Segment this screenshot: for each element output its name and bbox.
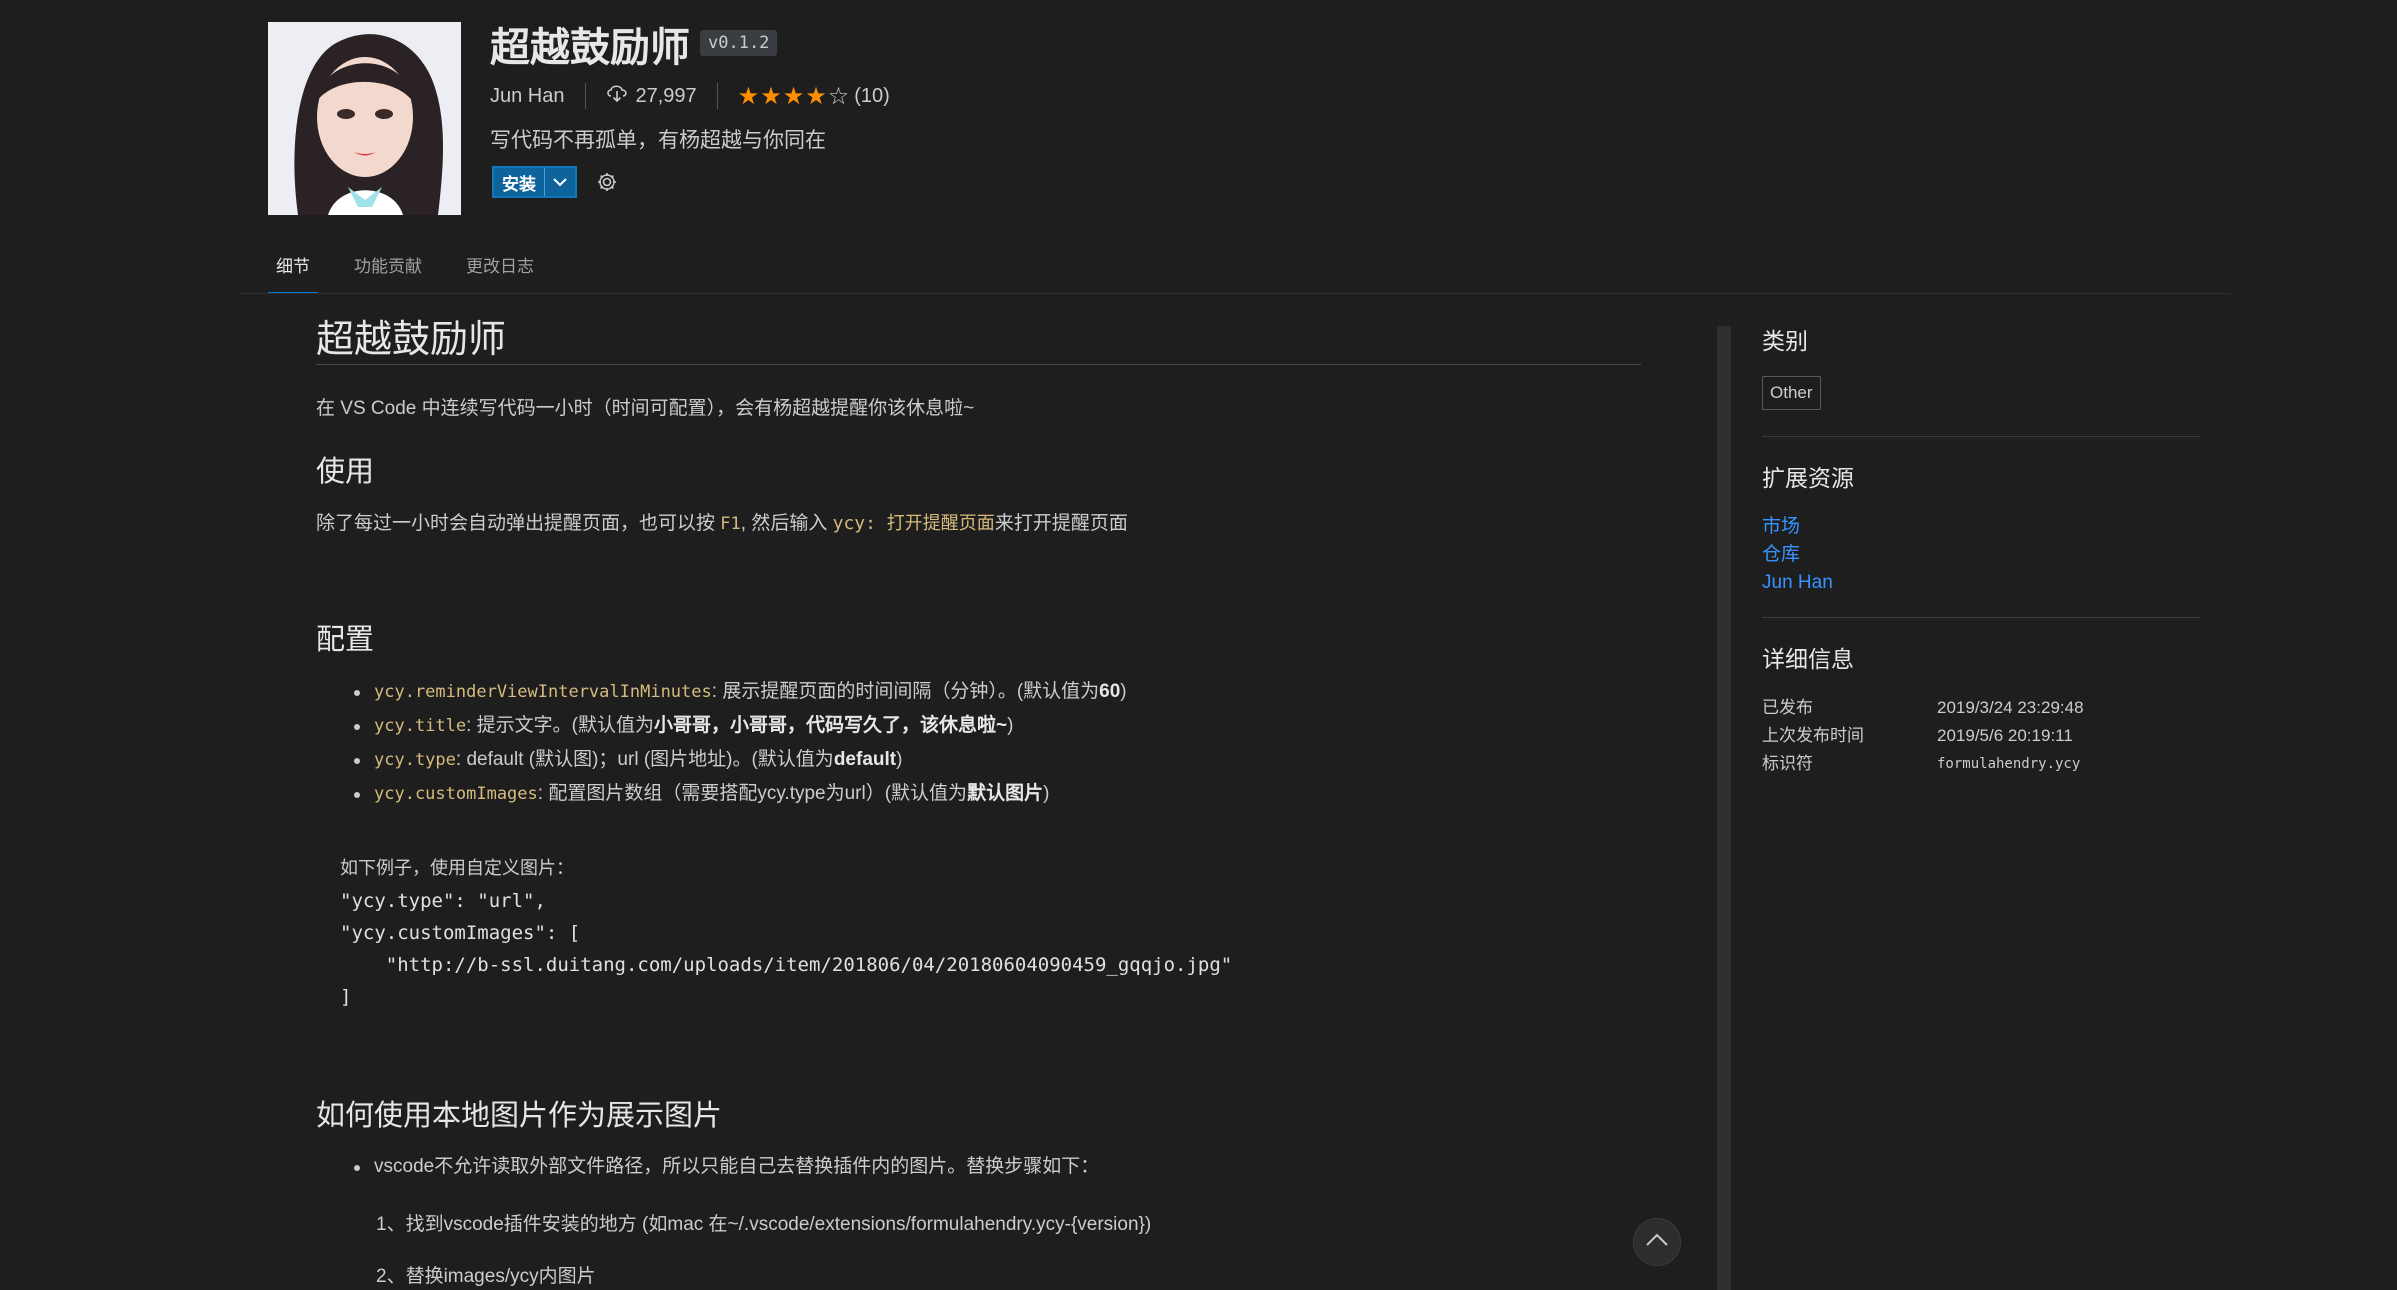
local-step-1: 1、找到vscode插件安装的地方 (如mac 在~/.vscode/exten… bbox=[376, 1214, 1152, 1235]
sidebar-divider bbox=[1762, 436, 2200, 437]
usage-heading: 使用 bbox=[316, 454, 375, 488]
rating-stars[interactable]: ★★★★☆ bbox=[738, 82, 851, 111]
config-default: 小哥哥，小哥哥，代码写久了，该休息啦~ bbox=[654, 715, 1008, 736]
scroll-to-top-button[interactable] bbox=[1633, 1218, 1681, 1266]
star-icon: ★ bbox=[805, 82, 828, 110]
extension-header: 超越鼓励师 v0.1.2 Jun Han 27,997 ★★★★☆ (10) 写… bbox=[268, 22, 2168, 218]
tab-changelog[interactable]: 更改日志 bbox=[458, 252, 542, 294]
star-empty-icon: ☆ bbox=[827, 82, 851, 110]
detail-value: 2019/5/6 20:19:11 bbox=[1937, 726, 2073, 745]
detail-row: 标识符 formulahendry.ycy bbox=[1762, 750, 2200, 778]
resources-title: 扩展资源 bbox=[1762, 466, 1854, 492]
resources-list: 市场 仓库 Jun Han bbox=[1762, 513, 2200, 597]
install-count: 27,997 bbox=[606, 83, 697, 109]
star-icon: ★ bbox=[782, 82, 806, 110]
config-key: ycy.reminderViewIntervalInMinutes bbox=[374, 682, 712, 702]
usage-text: 除了每过一小时会自动弹出提醒页面，也可以按 bbox=[316, 513, 721, 534]
code-example: 如下例子，使用自定义图片： "ycy.type": "url", "ycy.cu… bbox=[340, 852, 1232, 1013]
details-sidebar: 类别 Other 扩展资源 市场 仓库 Jun Han 详细信息 已发布 201… bbox=[1762, 322, 2200, 778]
list-item: vscode不允许读取外部文件路径，所以只能自己去替换插件内的图片。替换步骤如下… bbox=[354, 1150, 1099, 1184]
code-line: "ycy.customImages": [ bbox=[340, 922, 581, 944]
detail-row: 上次发布时间 2019/5/6 20:19:11 bbox=[1762, 722, 2200, 750]
config-end: ) bbox=[1007, 715, 1014, 736]
config-end: ) bbox=[1120, 681, 1127, 702]
config-desc: : 配置图片数组（需要搭配ycy.type为url）(默认值为 bbox=[537, 783, 968, 804]
detail-row: 已发布 2019/3/24 23:29:48 bbox=[1762, 694, 2200, 722]
config-desc: : 提示文字。(默认值为 bbox=[466, 715, 655, 736]
divider bbox=[584, 83, 586, 109]
category-tag[interactable]: Other bbox=[1762, 376, 1821, 410]
link-repository[interactable]: 仓库 bbox=[1762, 541, 2200, 569]
install-button[interactable]: 安装 bbox=[492, 166, 577, 198]
config-desc: : 展示提醒页面的时间间隔（分钟）。(默认值为 bbox=[711, 681, 1100, 702]
cloud-download-icon bbox=[606, 83, 628, 109]
install-count-value: 27,997 bbox=[635, 84, 697, 107]
readme-title: 超越鼓励师 bbox=[316, 317, 507, 361]
detail-key: 已发布 bbox=[1762, 698, 1813, 717]
config-key: ycy.type bbox=[374, 750, 456, 770]
link-marketplace[interactable]: 市场 bbox=[1762, 513, 2200, 541]
code-line: ] bbox=[340, 986, 352, 1008]
detail-value: 2019/3/24 23:29:48 bbox=[1937, 698, 2084, 717]
config-key: ycy.title bbox=[374, 716, 467, 736]
list-item: ycy.reminderViewIntervalInMinutes: 展示提醒页… bbox=[354, 675, 1127, 709]
config-default: 默认图片 bbox=[967, 783, 1044, 804]
details-title: 详细信息 bbox=[1762, 647, 1854, 673]
readme-intro: 在 VS Code 中连续写代码一小时（时间可配置），会有杨超越提醒你该休息啦~ bbox=[316, 398, 975, 419]
usage-text: , 然后输入 bbox=[740, 513, 833, 534]
config-heading: 配置 bbox=[316, 622, 375, 656]
extension-icon-image bbox=[268, 22, 461, 215]
code-comment: 如下例子，使用自定义图片： bbox=[340, 858, 574, 879]
sidebar-divider bbox=[1762, 617, 2200, 618]
link-publisher[interactable]: Jun Han bbox=[1762, 569, 2200, 597]
details-list: 已发布 2019/3/24 23:29:48 上次发布时间 2019/5/6 2… bbox=[1762, 694, 2200, 778]
detail-value: formulahendry.ycy bbox=[1937, 756, 2081, 772]
detail-key: 标识符 bbox=[1762, 754, 1813, 773]
code-line: "ycy.type": "url", bbox=[340, 890, 546, 912]
usage-command: 打开提醒页面 bbox=[875, 513, 995, 534]
config-end: ) bbox=[1043, 783, 1050, 804]
chevron-up-icon bbox=[1646, 1233, 1668, 1252]
config-list: ycy.reminderViewIntervalInMinutes: 展示提醒页… bbox=[354, 675, 1127, 811]
list-item: ycy.title: 提示文字。(默认值为小哥哥，小哥哥，代码写久了，该休息啦~… bbox=[354, 709, 1127, 743]
extension-name: 超越鼓励师 bbox=[490, 25, 690, 71]
categories-title: 类别 bbox=[1762, 329, 1808, 355]
code-line: "http://b-ssl.duitang.com/uploads/item/2… bbox=[340, 954, 1233, 976]
version-badge: v0.1.2 bbox=[700, 30, 778, 56]
rating-count: (10) bbox=[854, 84, 890, 107]
chevron-down-icon[interactable] bbox=[545, 177, 575, 187]
local-image-list: vscode不允许读取外部文件路径，所以只能自己去替换插件内的图片。替换步骤如下… bbox=[354, 1150, 1099, 1184]
detail-key: 上次发布时间 bbox=[1762, 726, 1864, 745]
local-step-2: 2、替换images/ycy内图片 bbox=[376, 1266, 596, 1287]
publisher-name[interactable]: Jun Han bbox=[490, 85, 565, 108]
config-key: ycy.customImages bbox=[374, 784, 538, 804]
title-underline bbox=[316, 364, 1641, 365]
install-button-label[interactable]: 安装 bbox=[494, 170, 544, 195]
config-end: ) bbox=[896, 749, 903, 770]
config-default: default bbox=[833, 749, 897, 770]
extension-actions: 安装 bbox=[492, 166, 619, 198]
local-image-heading: 如何使用本地图片作为展示图片 bbox=[316, 1098, 723, 1132]
list-item: ycy.type: default (默认图)；url (图片地址)。(默认值为… bbox=[354, 743, 1127, 777]
usage-text: 来打开提醒页面 bbox=[994, 513, 1128, 534]
detail-tabs: 细节 功能贡献 更改日志 bbox=[268, 252, 570, 294]
config-desc: : default (默认图)；url (图片地址)。(默认值为 bbox=[455, 749, 834, 770]
content-scrollbar[interactable] bbox=[1717, 326, 1731, 1290]
usage-command-prefix: ycy: bbox=[832, 513, 876, 534]
tab-details[interactable]: 细节 bbox=[268, 252, 318, 294]
gear-icon[interactable] bbox=[595, 170, 619, 194]
extension-meta: Jun Han 27,997 ★★★★☆ (10) bbox=[490, 80, 890, 112]
divider bbox=[716, 83, 718, 109]
tabs-divider bbox=[240, 293, 2230, 294]
list-item: ycy.customImages: 配置图片数组（需要搭配ycy.type为ur… bbox=[354, 777, 1127, 811]
usage-key: F1 bbox=[720, 514, 741, 534]
star-icon: ★ bbox=[737, 82, 761, 110]
usage-paragraph: 除了每过一小时会自动弹出提醒页面，也可以按 F1, 然后输入 ycy: 打开提醒… bbox=[316, 508, 1128, 535]
star-icon: ★ bbox=[760, 82, 783, 110]
config-default: 60 bbox=[1099, 681, 1121, 702]
tab-contributions[interactable]: 功能贡献 bbox=[346, 252, 430, 294]
extension-description: 写代码不再孤单，有杨超越与你同在 bbox=[490, 129, 826, 152]
